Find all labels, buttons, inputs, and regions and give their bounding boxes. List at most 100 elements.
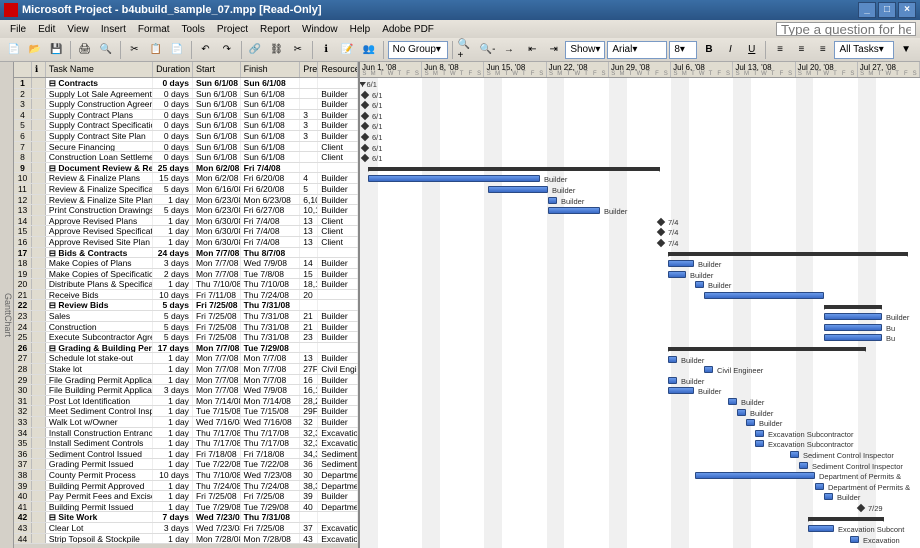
font-select[interactable]: Arial ▾	[607, 41, 667, 59]
view-bar[interactable]: GanttChart	[0, 62, 14, 548]
task-bar[interactable]	[728, 398, 737, 405]
copy-icon[interactable]: 📋	[146, 40, 165, 60]
task-bar[interactable]	[695, 472, 815, 479]
summary-bar[interactable]	[824, 305, 882, 309]
font-size-select[interactable]: 8 ▾	[669, 41, 697, 59]
header-duration[interactable]: Duration	[153, 62, 193, 77]
header-res[interactable]: Resource Name	[318, 62, 358, 77]
table-row[interactable]: 34 Install Construction Entrance1 dayThu…	[14, 428, 358, 439]
table-row[interactable]: 26 ⊟ Grading & Building Permits17 daysMo…	[14, 343, 358, 354]
close-button[interactable]: ×	[898, 2, 916, 18]
help-search-input[interactable]	[776, 22, 916, 36]
task-bar[interactable]	[790, 451, 799, 458]
menu-project[interactable]: Project	[211, 22, 254, 37]
table-row[interactable]: 36 Sediment Control Issued1 dayFri 7/18/…	[14, 449, 358, 460]
table-row[interactable]: 17 ⊟ Bids & Contracts24 daysMon 7/7/08Th…	[14, 248, 358, 259]
task-bar[interactable]	[668, 387, 694, 394]
undo-icon[interactable]: ↶	[196, 40, 215, 60]
table-row[interactable]: 32 Meet Sediment Control Inspector1 dayT…	[14, 406, 358, 417]
table-row[interactable]: 33 Walk Lot w/Owner1 dayWed 7/16/08Wed 7…	[14, 417, 358, 428]
task-bar[interactable]	[668, 260, 694, 267]
table-row[interactable]: 14 Approve Revised Plans1 dayMon 6/30/08…	[14, 216, 358, 227]
task-bar[interactable]	[850, 536, 859, 543]
table-row[interactable]: 15 Approve Revised Specifications1 dayMo…	[14, 226, 358, 237]
table-row[interactable]: 38 County Permit Process10 daysThu 7/10/…	[14, 470, 358, 481]
menu-tools[interactable]: Tools	[176, 22, 211, 37]
align-right-icon[interactable]: ≡	[813, 40, 832, 60]
bold-icon[interactable]: B	[699, 40, 718, 60]
task-bar[interactable]	[548, 207, 600, 214]
open-icon[interactable]: 📂	[25, 40, 44, 60]
milestone[interactable]	[657, 239, 665, 247]
table-row[interactable]: 13 Print Construction Drawings5 daysMon …	[14, 205, 358, 216]
assign-icon[interactable]: 👥	[359, 40, 378, 60]
header-task[interactable]: Task Name	[46, 62, 153, 77]
table-row[interactable]: 40 Pay Permit Fees and Excise Taxes1 day…	[14, 491, 358, 502]
table-row[interactable]: 8 Construction Loan Settlement0 daysSun …	[14, 152, 358, 163]
menu-file[interactable]: File	[4, 22, 32, 37]
summary-bar[interactable]	[368, 167, 660, 171]
summary-bar[interactable]	[668, 347, 866, 351]
table-row[interactable]: 31 Post Lot Identification1 dayMon 7/14/…	[14, 396, 358, 407]
task-bar[interactable]	[488, 186, 548, 193]
menu-edit[interactable]: Edit	[32, 22, 61, 37]
save-icon[interactable]: 💾	[47, 40, 66, 60]
zoom-in-icon[interactable]: 🔍+	[457, 40, 476, 60]
table-row[interactable]: 16 Approve Revised Site Plan1 dayMon 6/3…	[14, 237, 358, 248]
goto-icon[interactable]: →	[499, 40, 518, 60]
table-row[interactable]: 10 Review & Finalize Plans15 daysMon 6/2…	[14, 173, 358, 184]
task-bar[interactable]	[668, 271, 686, 278]
task-bar[interactable]	[824, 334, 882, 341]
menu-format[interactable]: Format	[132, 22, 176, 37]
table-row[interactable]: 29 File Grading Permit Application1 dayM…	[14, 375, 358, 386]
table-row[interactable]: 11 Review & Finalize Specifications5 day…	[14, 184, 358, 195]
table-row[interactable]: 41 Building Permit Issued1 dayTue 7/29/0…	[14, 502, 358, 513]
task-bar[interactable]	[824, 313, 882, 320]
table-row[interactable]: 21 Receive Bids10 daysFri 7/11/08Thu 7/2…	[14, 290, 358, 301]
task-bar[interactable]	[737, 409, 746, 416]
summary-bar[interactable]	[668, 252, 908, 256]
paste-icon[interactable]: 📄	[167, 40, 186, 60]
print-icon[interactable]: 🖨	[75, 40, 94, 60]
cut-icon[interactable]: ✂	[125, 40, 144, 60]
task-bar[interactable]	[824, 324, 882, 331]
task-bar[interactable]	[808, 525, 834, 532]
menu-adobe-pdf[interactable]: Adobe PDF	[376, 22, 440, 37]
align-left-icon[interactable]: ≡	[770, 40, 789, 60]
align-center-icon[interactable]: ≡	[792, 40, 811, 60]
zoom-out-icon[interactable]: 🔍-	[478, 40, 497, 60]
header-pred[interactable]: Predecessors	[300, 62, 318, 77]
table-row[interactable]: 44 Strip Topsoil & Stockpile1 dayMon 7/2…	[14, 534, 358, 545]
task-bar[interactable]	[695, 281, 704, 288]
task-bar[interactable]	[815, 483, 824, 490]
header-start[interactable]: Start	[193, 62, 241, 77]
filter-select[interactable]: All Tasks ▾	[834, 41, 894, 59]
header-indicators[interactable]: ℹ	[32, 62, 46, 77]
summary-bar[interactable]	[362, 82, 363, 86]
indent-icon[interactable]: ⇥	[544, 40, 563, 60]
table-row[interactable]: 5 Supply Contract Specifications0 daysSu…	[14, 120, 358, 131]
menu-view[interactable]: View	[61, 22, 95, 37]
underline-icon[interactable]: U	[742, 40, 761, 60]
header-rownum[interactable]	[14, 62, 32, 77]
table-row[interactable]: 9 ⊟ Document Review & Revision25 daysMon…	[14, 163, 358, 174]
task-bar[interactable]	[704, 366, 713, 373]
gantt-body[interactable]: 6/16/16/16/16/16/16/16/1BuilderBuilderBu…	[360, 78, 920, 548]
table-row[interactable]: 12 Review & Finalize Site Plan1 dayMon 6…	[14, 195, 358, 206]
task-bar[interactable]	[548, 197, 557, 204]
show-select[interactable]: Show▾	[565, 41, 605, 59]
table-row[interactable]: 25 Execute Subcontractor Agreements5 day…	[14, 332, 358, 343]
table-row[interactable]: 1 ⊟ Contracts0 daysSun 6/1/08Sun 6/1/08	[14, 78, 358, 89]
milestone[interactable]	[657, 218, 665, 226]
maximize-button[interactable]: □	[878, 2, 896, 18]
menu-report[interactable]: Report	[254, 22, 296, 37]
table-row[interactable]: 4 Supply Contract Plans0 daysSun 6/1/08S…	[14, 110, 358, 121]
table-row[interactable]: 6 Supply Contract Site Plan0 daysSun 6/1…	[14, 131, 358, 142]
group-select[interactable]: No Group ▾	[388, 41, 448, 59]
outdent-icon[interactable]: ⇤	[523, 40, 542, 60]
table-row[interactable]: 39 Building Permit Approved1 dayThu 7/24…	[14, 481, 358, 492]
task-bar[interactable]	[668, 356, 677, 363]
info-icon[interactable]: ℹ	[317, 40, 336, 60]
task-bar[interactable]	[799, 462, 808, 469]
table-row[interactable]: 18 Make Copies of Plans3 daysMon 7/7/08W…	[14, 258, 358, 269]
